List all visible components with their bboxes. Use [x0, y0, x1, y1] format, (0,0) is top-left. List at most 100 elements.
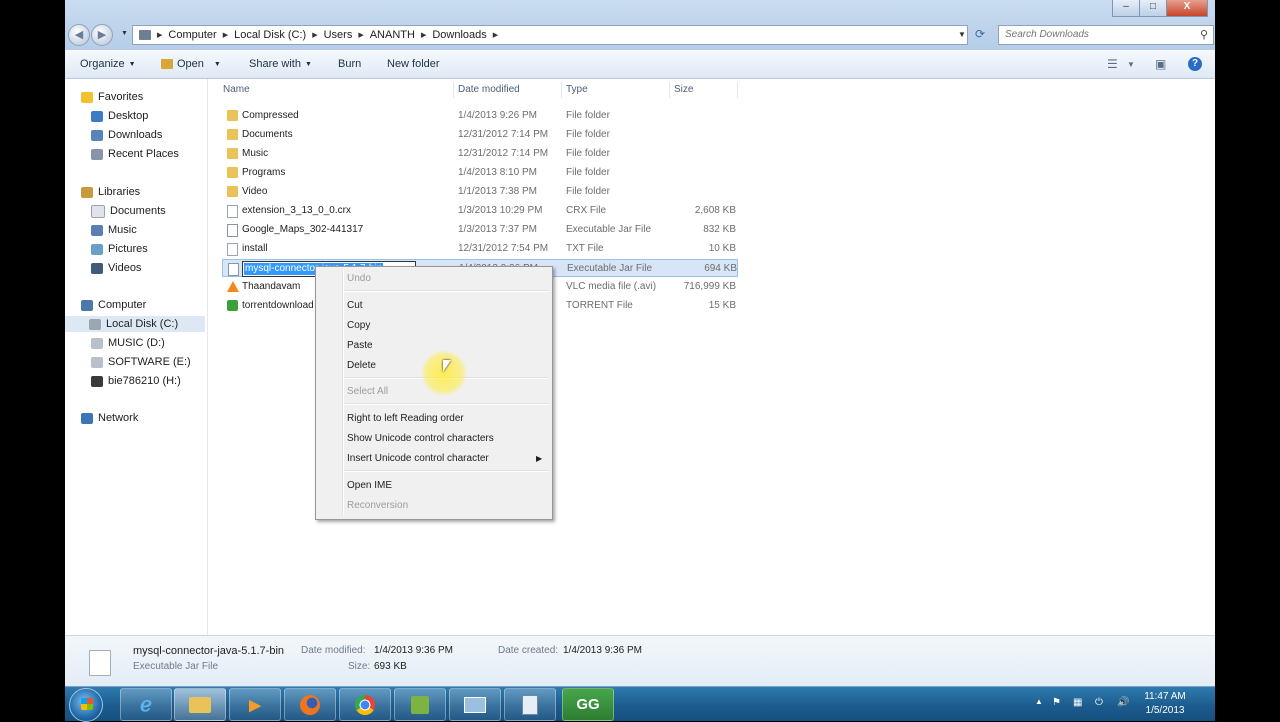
details-size: 693 KB: [374, 661, 407, 672]
breadcrumb-ananth[interactable]: ANANTH ▶: [370, 29, 433, 41]
file-type: File folder: [566, 167, 610, 178]
forward-button[interactable]: ▶: [91, 24, 113, 46]
file-name: Video: [242, 186, 268, 197]
column-divider[interactable]: [669, 82, 670, 98]
nav-libraries[interactable]: Libraries: [81, 184, 140, 200]
file-row[interactable]: install 12/31/2012 7:54 PM TXT File 10 KB: [222, 240, 738, 258]
show-hidden-icons[interactable]: ▲: [1035, 697, 1043, 706]
details-file-type: Executable Jar File: [133, 661, 219, 672]
power-icon[interactable]: ⏻: [1095, 697, 1103, 708]
menu-item-paste[interactable]: Paste: [347, 340, 373, 351]
help-icon[interactable]: ?: [1188, 57, 1202, 71]
menu-item-delete[interactable]: Delete: [347, 360, 376, 371]
back-button[interactable]: ◀: [68, 24, 90, 46]
menu-item-open-ime[interactable]: Open IME: [347, 480, 392, 491]
menu-item-reconversion[interactable]: Reconversion: [347, 500, 408, 511]
file-row[interactable]: Documents 12/31/2012 7:14 PM File folder: [222, 126, 738, 144]
column-header-size[interactable]: Size: [674, 84, 693, 98]
column-divider[interactable]: [561, 82, 562, 98]
address-dropdown[interactable]: ▼: [958, 30, 966, 39]
preview-pane-icon[interactable]: ▣: [1155, 57, 1166, 71]
menu-item-rtl-reading-order[interactable]: Right to left Reading order: [347, 413, 464, 424]
file-type: File folder: [566, 110, 610, 121]
nav-music[interactable]: Music: [91, 222, 137, 238]
open-button[interactable]: Open ▼: [161, 58, 221, 70]
taskbar-remote-desktop[interactable]: [449, 688, 501, 721]
file-row[interactable]: Google_Maps_302-441317 1/3/2013 7:37 PM Ex…: [222, 221, 738, 239]
breadcrumb-users[interactable]: Users ▶: [324, 29, 370, 41]
file-row[interactable]: Music 12/31/2012 7:14 PM File folder: [222, 145, 738, 163]
nav-software-e[interactable]: SOFTWARE (E:): [91, 354, 191, 370]
file-row[interactable]: Programs 1/4/2013 8:10 PM File folder: [222, 164, 738, 182]
close-button[interactable]: X: [1166, 0, 1208, 17]
column-header-type[interactable]: Type: [566, 84, 588, 98]
organize-button[interactable]: Organize ▼: [80, 58, 136, 70]
network-tray-icon[interactable]: ▦: [1073, 697, 1082, 708]
nav-label: SOFTWARE (E:): [108, 356, 191, 368]
taskbar-media-player[interactable]: ▶: [229, 688, 281, 721]
nav-documents[interactable]: Documents: [91, 203, 166, 219]
nav-videos[interactable]: Videos: [91, 260, 141, 276]
menu-item-cut[interactable]: Cut: [347, 300, 363, 311]
nav-drive-h[interactable]: bie786210 (H:): [91, 373, 181, 389]
minimize-button[interactable]: –: [1112, 0, 1140, 17]
torrent-icon: [227, 300, 238, 311]
share-with-button[interactable]: Share with ▼: [249, 58, 312, 70]
nav-recent-places[interactable]: Recent Places: [91, 146, 179, 162]
jar-file-icon: [89, 650, 111, 676]
start-button[interactable]: [69, 688, 103, 722]
nav-local-disk-c[interactable]: Local Disk (C:): [65, 316, 205, 332]
chevron-down-icon: ▼: [128, 60, 136, 68]
search-icon[interactable]: ⚲: [1200, 28, 1208, 41]
column-divider[interactable]: [737, 82, 738, 98]
videos-icon: [91, 262, 103, 274]
column-header-name[interactable]: Name: [223, 84, 250, 98]
file-row[interactable]: Compressed 1/4/2013 9:26 PM File folder: [222, 107, 738, 125]
recent-places-icon: [91, 148, 103, 160]
nav-favorites[interactable]: Favorites: [81, 89, 143, 105]
menu-item-copy[interactable]: Copy: [347, 320, 370, 331]
file-row[interactable]: Video 1/1/2013 7:38 PM File folder: [222, 183, 738, 201]
recent-pages-dropdown[interactable]: ▼: [121, 30, 128, 37]
menu-item-insert-unicode[interactable]: Insert Unicode control character: [347, 453, 489, 464]
taskbar-firefox[interactable]: [284, 688, 336, 721]
file-date: 1/4/2013 9:26 PM: [458, 110, 537, 121]
address-bar[interactable]: ▶ Computer ▶ Local Disk (C:) ▶ Users ▶ ANAN…: [132, 25, 968, 45]
nav-label: Local Disk (C:): [106, 318, 179, 330]
view-dropdown-icon[interactable]: ▼: [1127, 60, 1135, 69]
nav-pictures[interactable]: Pictures: [91, 241, 148, 257]
breadcrumb-downloads[interactable]: Downloads ▶: [432, 29, 504, 41]
maximize-button[interactable]: □: [1139, 0, 1167, 17]
nav-desktop[interactable]: Desktop: [91, 108, 148, 124]
file-row[interactable]: extension_3_13_0_0.crx 1/3/2013 10:29 PM C…: [222, 202, 738, 220]
file-type: CRX File: [566, 205, 607, 216]
nav-computer[interactable]: Computer: [81, 297, 146, 313]
taskbar-chrome[interactable]: [339, 688, 391, 721]
gg-label: GG: [576, 696, 600, 713]
breadcrumb-local-disk[interactable]: Local Disk (C:) ▶: [234, 29, 324, 41]
menu-item-undo[interactable]: Undo: [347, 273, 371, 284]
menu-item-select-all[interactable]: Select All: [347, 386, 388, 397]
taskbar-gg-app[interactable]: GG: [562, 688, 614, 721]
menu-item-show-unicode[interactable]: Show Unicode control characters: [347, 433, 494, 444]
burn-button[interactable]: Burn: [338, 58, 361, 70]
breadcrumb-computer[interactable]: Computer ▶: [168, 29, 234, 41]
drive-icon: [91, 337, 103, 349]
column-divider[interactable]: [453, 82, 454, 98]
nav-downloads[interactable]: Downloads: [91, 127, 162, 143]
taskbar-internet-explorer[interactable]: ℯ: [120, 688, 172, 721]
taskbar-notepad[interactable]: [504, 688, 556, 721]
view-options-icon[interactable]: ☰: [1107, 57, 1118, 71]
system-clock[interactable]: 11:47 AM 1/5/2013: [1120, 690, 1210, 718]
nav-music-d[interactable]: MUSIC (D:): [91, 335, 165, 351]
breadcrumb-root-arrow[interactable]: ▶: [157, 31, 168, 39]
taskbar-explorer[interactable]: [174, 688, 226, 721]
column-header-date[interactable]: Date modified: [458, 84, 520, 98]
refresh-icon[interactable]: ⟳: [975, 27, 985, 41]
taskbar-chart-app[interactable]: [394, 688, 446, 721]
search-input[interactable]: [999, 26, 1196, 42]
search-box[interactable]: ⚲: [998, 25, 1214, 45]
new-folder-button[interactable]: New folder: [387, 58, 440, 70]
nav-network[interactable]: Network: [81, 410, 138, 426]
flag-icon[interactable]: ⚑: [1052, 697, 1061, 708]
